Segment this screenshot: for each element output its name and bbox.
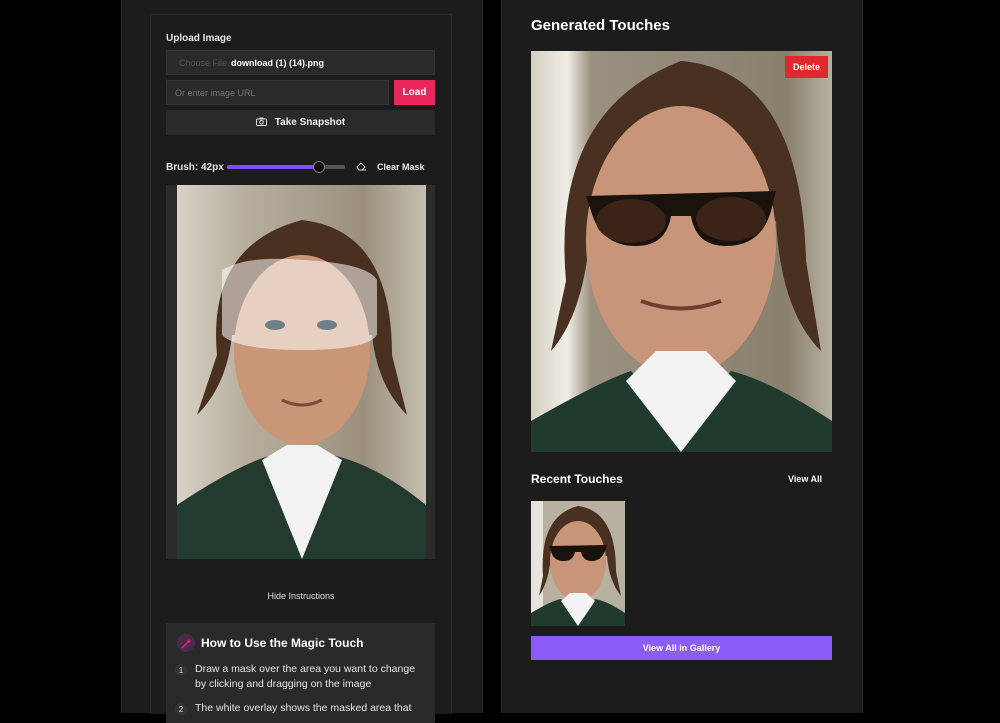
camera-icon [255, 117, 267, 129]
load-button[interactable]: Load [394, 80, 435, 105]
brush-slider-fill [227, 165, 320, 169]
choose-file-button[interactable]: Choose File [179, 58, 227, 68]
brush-size-label: Brush: 42px [166, 162, 224, 173]
source-image [177, 185, 426, 559]
brush-slider-thumb[interactable] [313, 161, 326, 173]
clear-mask-button[interactable]: Clear Mask [356, 158, 425, 176]
magic-wand-icon [177, 634, 195, 652]
clear-mask-label: Clear Mask [377, 162, 425, 172]
image-url-input[interactable] [166, 80, 389, 105]
upload-label: Upload Image [166, 33, 232, 44]
instructions-title: How to Use the Magic Touch [201, 636, 364, 650]
instruction-step: 1 Draw a mask over the area you want to … [175, 663, 425, 692]
file-name: download (1) (14).png [231, 57, 325, 68]
generated-title: Generated Touches [531, 17, 670, 34]
editor-card: Upload Image Choose File download (1) (1… [150, 14, 452, 723]
step-text: Draw a mask over the area you want to ch… [195, 663, 416, 690]
view-gallery-button[interactable]: View All in Gallery [531, 636, 832, 660]
instruction-step: 2 The white overlay shows the masked are… [175, 702, 425, 716]
mask-canvas[interactable] [166, 185, 435, 559]
brush-size-slider[interactable] [227, 161, 345, 173]
delete-button[interactable]: Delete [785, 56, 828, 78]
step-number: 2 [175, 703, 187, 715]
mask-overlay [222, 258, 377, 350]
right-panel: Generated Touches Delete Recent Touches … [501, 0, 863, 713]
step-text: The white overlay shows the masked area … [195, 702, 412, 714]
take-snapshot-button[interactable]: Take Snapshot [166, 110, 435, 135]
generated-image[interactable]: Delete [531, 51, 832, 452]
view-all-link[interactable]: View All [788, 474, 822, 484]
recent-title: Recent Touches [531, 472, 623, 486]
take-snapshot-label: Take Snapshot [274, 117, 346, 128]
eraser-icon [356, 161, 367, 173]
recent-thumbnail[interactable] [531, 501, 625, 626]
file-input[interactable]: Choose File download (1) (14).png [166, 50, 435, 75]
step-number: 1 [175, 664, 187, 676]
hide-instructions-button[interactable]: Hide Instructions [151, 591, 451, 601]
instructions-card: How to Use the Magic Touch 1 Draw a mask… [166, 623, 435, 723]
